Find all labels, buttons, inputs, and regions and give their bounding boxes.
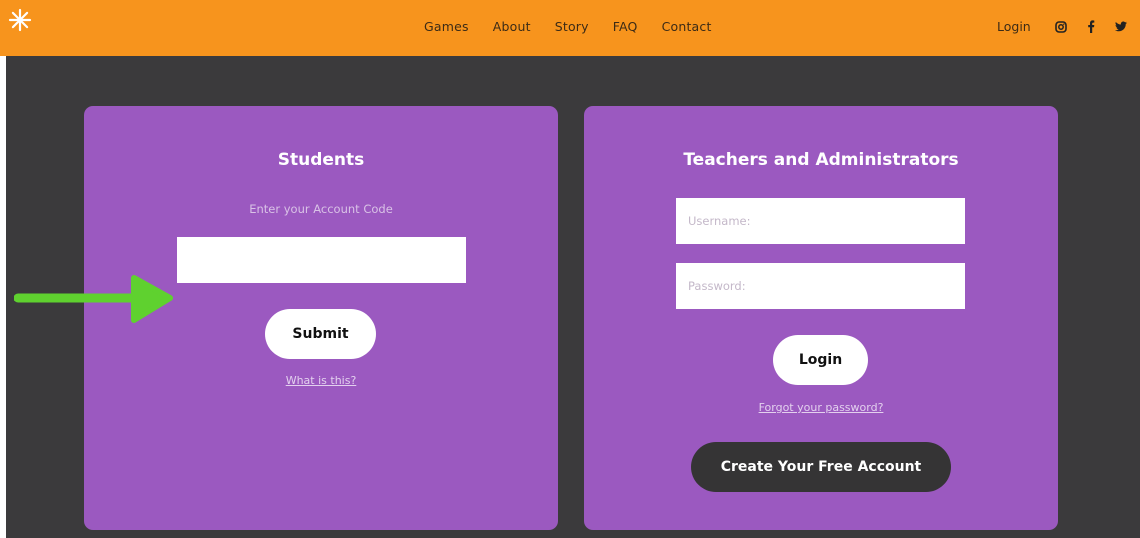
header-actions: Login	[997, 19, 1127, 34]
main-nav: Games About Story FAQ Contact	[424, 19, 712, 34]
password-field[interactable]	[676, 263, 965, 309]
forgot-password-link[interactable]: Forgot your password?	[584, 401, 1058, 414]
account-code-input[interactable]	[177, 237, 466, 283]
teachers-card: Teachers and Administrators Login Forgot…	[584, 106, 1058, 530]
teachers-title: Teachers and Administrators	[683, 150, 959, 170]
top-navigation-bar: Games About Story FAQ Contact Login	[0, 0, 1140, 56]
username-field[interactable]	[676, 198, 965, 244]
submit-button[interactable]: Submit	[265, 309, 376, 359]
nav-story[interactable]: Story	[555, 19, 589, 34]
facebook-icon[interactable]	[1087, 20, 1095, 33]
students-title: Students	[277, 150, 365, 170]
asterisk-logo-icon[interactable]	[8, 8, 32, 32]
nav-faq[interactable]: FAQ	[613, 19, 638, 34]
account-code-hint: Enter your Account Code	[249, 202, 393, 216]
instagram-icon[interactable]	[1054, 20, 1067, 33]
header-login-link[interactable]: Login	[997, 19, 1031, 34]
nav-contact[interactable]: Contact	[662, 19, 712, 34]
create-account-button[interactable]: Create Your Free Account	[691, 442, 951, 492]
green-arrow-icon	[14, 275, 173, 323]
twitter-icon[interactable]	[1114, 21, 1127, 32]
login-button[interactable]: Login	[773, 335, 868, 385]
nav-games[interactable]: Games	[424, 19, 469, 34]
what-is-this-link[interactable]: What is this?	[84, 374, 558, 387]
nav-about[interactable]: About	[493, 19, 531, 34]
